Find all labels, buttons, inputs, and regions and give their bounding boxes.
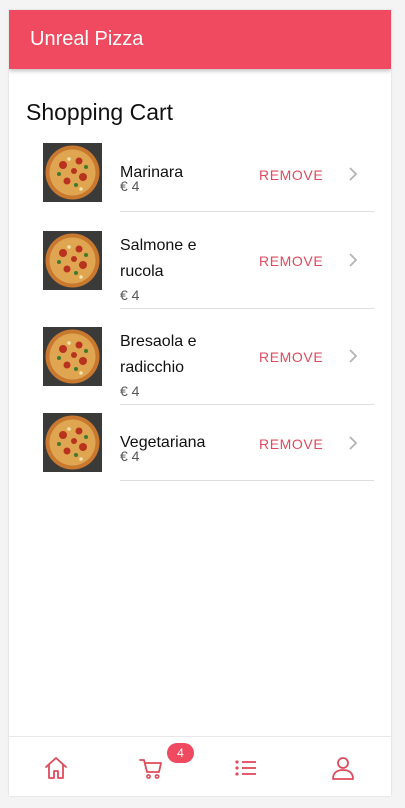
item-price: € 4 <box>120 383 140 399</box>
pizza-thumbnail <box>43 231 102 290</box>
cart-count-badge: 4 <box>167 743 194 763</box>
pizza-thumbnail <box>43 413 102 472</box>
chevron-right-icon <box>349 436 358 450</box>
item-name: Bresaola e radicchio <box>120 333 197 376</box>
list-icon <box>235 760 256 776</box>
chevron-right-icon <box>349 167 358 181</box>
remove-button[interactable]: REMOVE <box>259 167 323 183</box>
item-divider <box>120 211 374 212</box>
cart-icon <box>139 759 162 779</box>
pizza-thumbnail <box>43 327 102 386</box>
item-price: € 4 <box>120 287 140 303</box>
remove-button[interactable]: REMOVE <box>259 436 323 452</box>
item-price: € 4 <box>120 448 140 464</box>
app-title: Unreal Pizza <box>30 28 144 50</box>
item-divider <box>120 404 374 405</box>
pizza-thumbnail <box>43 143 102 202</box>
page-title: Shopping Cart <box>26 99 174 125</box>
item-name: Salmone e rucola <box>120 237 197 280</box>
remove-button[interactable]: REMOVE <box>259 253 323 269</box>
tab-home[interactable] <box>9 737 104 796</box>
remove-button[interactable]: REMOVE <box>259 349 323 365</box>
chevron-right-icon <box>349 253 358 267</box>
app-toolbar: Unreal Pizza <box>9 10 391 69</box>
home-icon <box>45 757 67 779</box>
tab-profile[interactable] <box>296 737 391 796</box>
user-icon <box>332 757 354 780</box>
item-price: € 4 <box>120 178 140 194</box>
tab-list[interactable] <box>199 737 294 796</box>
app-window: Unreal Pizza Shopping Cart Marinara € 4 … <box>9 10 391 796</box>
bottom-tab-bar <box>9 736 391 796</box>
item-divider <box>120 480 374 481</box>
item-divider <box>120 308 374 309</box>
chevron-right-icon <box>349 349 358 363</box>
